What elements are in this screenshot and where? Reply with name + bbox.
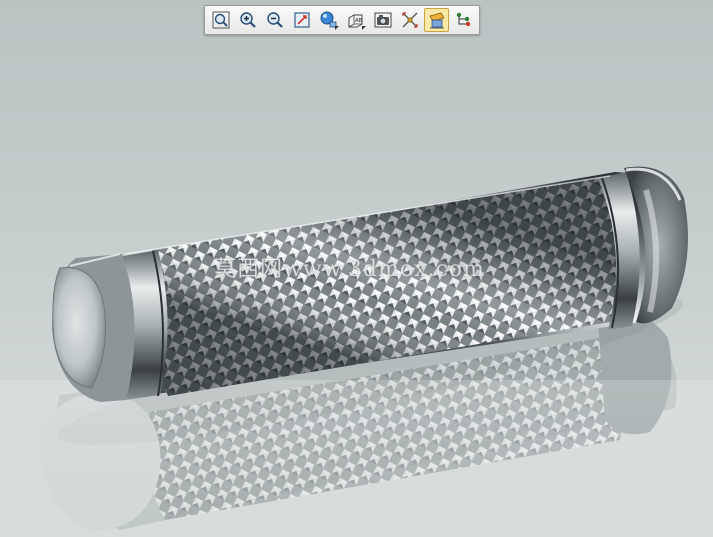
zoom-fit-icon — [212, 11, 229, 29]
capture-image-button[interactable] — [370, 8, 395, 32]
zoom-in-button[interactable] — [235, 8, 260, 32]
view-orientation-button[interactable]: AB — [343, 8, 368, 32]
sectioning-icon — [428, 12, 445, 29]
zoom-out-icon — [266, 12, 283, 28]
3d-viewport[interactable]: 莫西网www.3dmox.com — [0, 0, 713, 537]
zoom-out-button[interactable] — [262, 8, 287, 32]
zoom-fit-button[interactable] — [208, 8, 233, 32]
watermark: 莫西网www.3dmox.com — [214, 257, 485, 282]
flyout-arrow-icon — [362, 26, 366, 30]
viewer-toolbar: AB — [204, 5, 480, 35]
svg-text:AB: AB — [355, 18, 363, 24]
camera-icon — [374, 12, 391, 28]
tree-icon — [456, 12, 470, 27]
structure-tree-button[interactable] — [451, 8, 476, 32]
explode-button[interactable] — [397, 8, 422, 32]
sectioning-button[interactable] — [424, 8, 449, 32]
normal-view-icon — [293, 12, 310, 28]
normal-view-button[interactable] — [289, 8, 314, 32]
render-style-button[interactable] — [316, 8, 341, 32]
explode-icon — [401, 12, 418, 28]
flyout-arrow-icon — [335, 26, 339, 30]
zoom-in-icon — [239, 12, 256, 28]
